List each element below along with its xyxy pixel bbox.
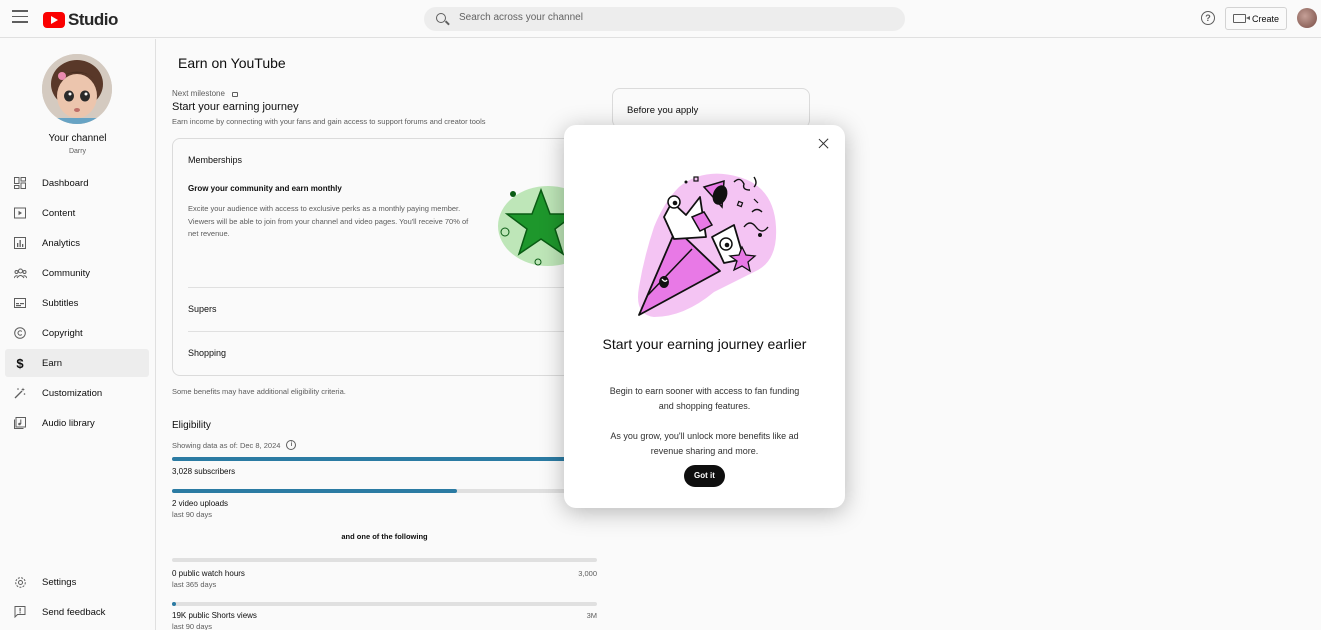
dialog-text-2: As you grow, you'll unlock more benefits… [610,431,799,456]
party-popper-illustration [634,167,779,327]
got-it-button[interactable]: Got it [684,465,725,487]
dialog-text-1: Begin to earn sooner with access to fan … [609,386,800,411]
earning-journey-dialog: Start your earning journey earlier Begin… [564,125,845,508]
dialog-title: Start your earning journey earlier [602,336,807,352]
close-icon[interactable] [817,137,831,151]
